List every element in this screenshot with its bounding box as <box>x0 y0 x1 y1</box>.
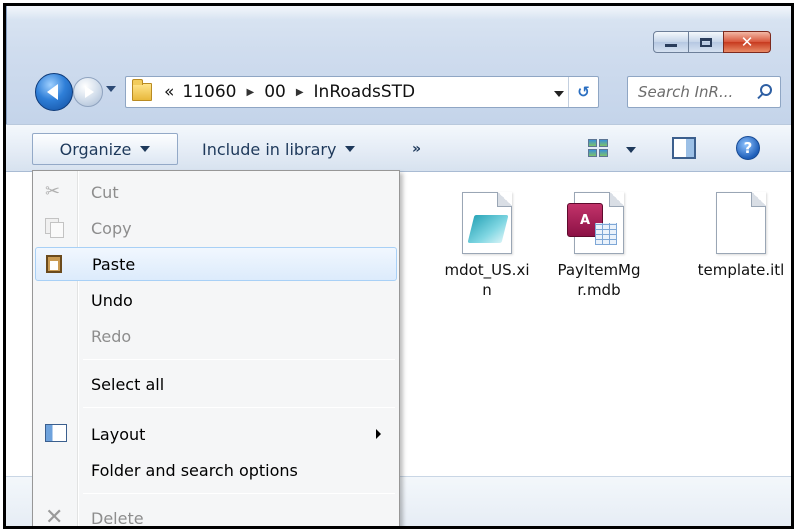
menu-separator <box>83 407 395 408</box>
clipboard-icon <box>46 255 66 275</box>
caption-buttons: ✕ <box>653 31 771 53</box>
menu-item-select-all[interactable]: Select all <box>35 367 397 401</box>
search-input[interactable] <box>638 83 756 101</box>
file-name: PayItemMg r.mdb <box>557 261 641 299</box>
file-item[interactable]: mdot_US.xi n <box>432 192 542 300</box>
forward-button[interactable] <box>73 77 103 107</box>
search-icon[interactable] <box>760 84 772 96</box>
file-item[interactable]: A PayItemMg r.mdb <box>544 192 654 300</box>
scissors-icon: ✂ <box>45 181 61 202</box>
address-dropdown-icon[interactable] <box>554 91 564 97</box>
chevron-down-icon <box>345 146 356 152</box>
menu-item-layout[interactable]: Layout <box>35 417 397 451</box>
menu-separator <box>83 359 395 360</box>
include-in-library-label: Include in library <box>202 139 337 159</box>
breadcrumb-separator-icon[interactable]: ▶ <box>296 87 304 98</box>
copy-icon <box>45 218 65 238</box>
navigation-row: « 11060 ▶ 00 ▶ InRoadsSTD ↺ <box>33 72 791 112</box>
recent-pages-dropdown-icon[interactable] <box>106 86 116 92</box>
organize-button[interactable]: Organize <box>32 133 178 165</box>
back-arrow-icon <box>46 84 58 100</box>
breadcrumb-item-00[interactable]: 00 <box>264 82 286 102</box>
refresh-button[interactable]: ↺ <box>568 77 598 107</box>
blank-file-icon <box>716 192 766 254</box>
organize-label: Organize <box>59 139 132 159</box>
breadcrumb-item-inroadsstd[interactable]: InRoadsSTD <box>314 82 416 102</box>
breadcrumb-item-11060[interactable]: 11060 <box>182 82 236 102</box>
include-in-library-button[interactable]: Include in library <box>202 133 356 165</box>
forward-arrow-icon <box>85 86 94 98</box>
delete-x-icon: ✕ <box>45 505 64 529</box>
view-options-dropdown-icon[interactable] <box>626 147 636 153</box>
preview-pane-icon[interactable] <box>672 137 696 159</box>
maximize-icon <box>700 37 712 47</box>
organize-menu: ✂ Cut Copy Paste Undo Redo Select all La… <box>32 170 400 529</box>
access-database-icon: A <box>567 192 624 254</box>
refresh-icon: ↺ <box>577 83 590 101</box>
menu-item-undo[interactable]: Undo <box>35 283 397 317</box>
change-view-icon[interactable] <box>588 139 608 157</box>
explorer-window: ✕ « 11060 ▶ 00 ▶ InRoadsSTD ↺ Search InR… <box>3 3 794 529</box>
chrome-highlight <box>7 6 791 20</box>
layout-icon <box>45 424 67 444</box>
close-icon: ✕ <box>740 32 754 51</box>
address-bar[interactable]: « 11060 ▶ 00 ▶ InRoadsSTD ↺ <box>125 76 599 108</box>
minimize-icon <box>665 43 677 47</box>
menu-item-cut[interactable]: ✂ Cut <box>35 175 397 209</box>
back-button[interactable] <box>35 73 73 111</box>
folder-icon <box>132 79 152 101</box>
menu-item-paste[interactable]: Paste <box>35 247 397 281</box>
command-bar: Organize Include in library » ? <box>6 124 791 172</box>
more-commands-button[interactable]: » <box>412 133 421 165</box>
menu-separator <box>83 493 395 494</box>
menu-item-delete[interactable]: ✕ Delete <box>35 501 397 529</box>
breadcrumb-overflow[interactable]: « <box>164 82 174 102</box>
file-name: template.itl <box>697 261 785 279</box>
search-box[interactable] <box>627 76 781 108</box>
menu-item-folder-and-search-options[interactable]: Folder and search options <box>35 453 397 487</box>
minimize-button[interactable] <box>653 31 689 53</box>
file-name: mdot_US.xi n <box>444 261 530 299</box>
file-item[interactable]: template.itl <box>686 192 791 280</box>
window-chrome: ✕ « 11060 ▶ 00 ▶ InRoadsSTD ↺ <box>6 6 791 124</box>
help-icon[interactable]: ? <box>736 136 760 160</box>
menu-item-redo[interactable]: Redo <box>35 319 397 353</box>
breadcrumb: « 11060 ▶ 00 ▶ InRoadsSTD <box>164 82 415 102</box>
notepad-file-icon <box>462 192 512 254</box>
menu-item-copy[interactable]: Copy <box>35 211 397 245</box>
maximize-button[interactable] <box>688 31 724 53</box>
breadcrumb-separator-icon[interactable]: ▶ <box>247 87 255 98</box>
close-button[interactable]: ✕ <box>723 31 771 53</box>
chevron-down-icon <box>140 146 151 152</box>
submenu-arrow-icon <box>376 429 381 439</box>
